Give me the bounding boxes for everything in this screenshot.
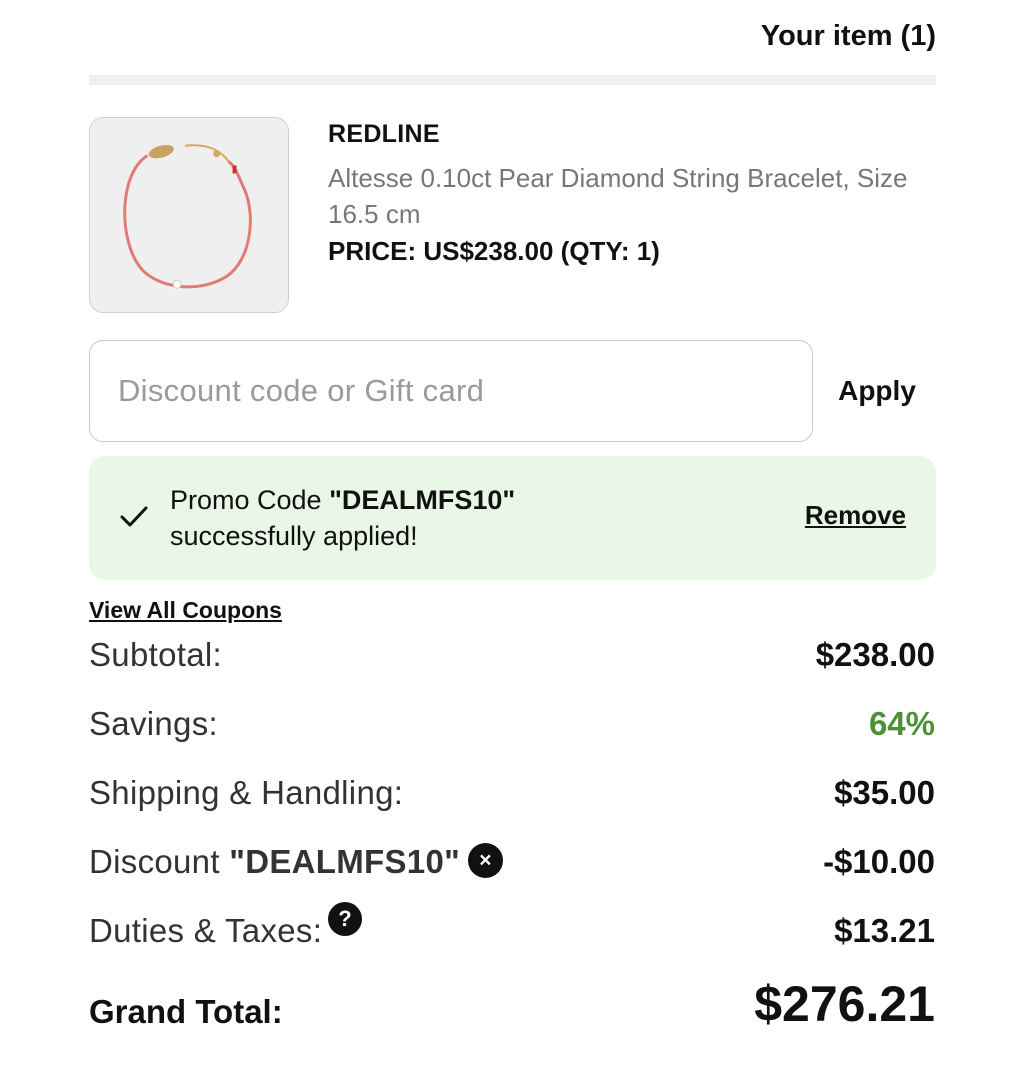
header-divider bbox=[89, 75, 936, 85]
order-summary: Your item (1) REDLINE Altesse 0.10ct Pea… bbox=[0, 0, 1036, 1076]
shipping-label: Shipping & Handling: bbox=[89, 774, 404, 811]
promo-applied-banner: Promo Code "DEALMFS10" successfully appl… bbox=[89, 456, 936, 580]
savings-label: Savings: bbox=[89, 705, 218, 742]
promo-suffix: successfully applied! bbox=[170, 521, 418, 551]
duties-value: $13.21 bbox=[834, 912, 935, 949]
discount-code: "DEALMFS10" bbox=[229, 843, 461, 880]
remove-promo-link[interactable]: Remove bbox=[805, 500, 906, 531]
remove-discount-icon[interactable]: × bbox=[468, 842, 504, 878]
promo-prefix: Promo Code bbox=[170, 485, 330, 515]
bracelet-image bbox=[90, 118, 288, 312]
apply-button[interactable]: Apply bbox=[818, 340, 936, 442]
promo-message: Promo Code "DEALMFS10" successfully appl… bbox=[170, 482, 515, 554]
duties-label: Duties & Taxes: bbox=[89, 912, 323, 949]
grand-total-value: $276.21 bbox=[754, 976, 935, 1032]
remove-discount-glyph: × bbox=[479, 848, 492, 872]
product-thumbnail[interactable] bbox=[89, 117, 289, 313]
your-item-heading: Your item (1) bbox=[760, 20, 936, 52]
product-price: PRICE: US$238.00 (QTY: 1) bbox=[328, 236, 660, 266]
savings-value: 64% bbox=[868, 705, 935, 742]
help-glyph: ? bbox=[338, 906, 353, 932]
shipping-value: $35.00 bbox=[834, 774, 935, 811]
duties-row-label: Duties & Taxes:? bbox=[89, 902, 363, 950]
view-all-coupons-link[interactable]: View All Coupons bbox=[89, 597, 282, 624]
promo-code: "DEALMFS10" bbox=[329, 485, 516, 515]
subtotal-value: $238.00 bbox=[815, 636, 935, 673]
discount-code-input[interactable] bbox=[89, 340, 813, 442]
product-name[interactable]: Altesse 0.10ct Pear Diamond String Brace… bbox=[328, 160, 928, 232]
discount-value: -$10.00 bbox=[823, 843, 935, 880]
discount-row-label: Discount "DEALMFS10" × bbox=[89, 842, 504, 882]
product-brand: REDLINE bbox=[328, 120, 440, 148]
discount-label: Discount bbox=[89, 843, 230, 880]
subtotal-label: Subtotal: bbox=[89, 636, 222, 673]
grand-total-label: Grand Total: bbox=[89, 993, 283, 1030]
check-icon bbox=[120, 506, 148, 527]
help-icon[interactable]: ? bbox=[328, 902, 363, 937]
